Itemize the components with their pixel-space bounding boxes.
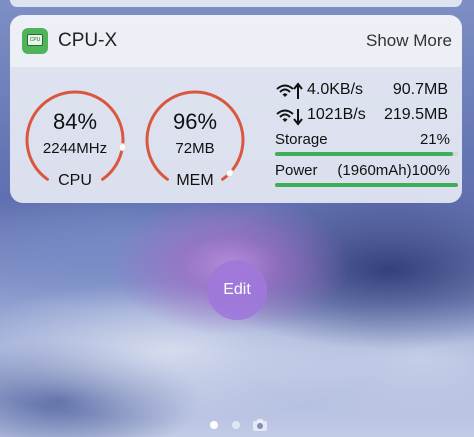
widget-header: CPU CPU-X Show More [10, 15, 462, 67]
power-label: Power [275, 162, 318, 179]
cpu-x-app-icon: CPU [22, 28, 48, 54]
widget-title: CPU-X [58, 30, 118, 51]
page-indicator[interactable] [208, 418, 268, 432]
network-upload-row: 4.0KB/s 90.7MB [275, 81, 460, 101]
power-bar-fill [275, 183, 458, 187]
upload-total: 90.7MB [392, 81, 448, 98]
cpu-gauge: 84% 2244MHz CPU [22, 87, 128, 203]
previous-widget-edge [10, 0, 462, 7]
app-icon-label: CPU [27, 34, 43, 46]
mem-percent: 96% [172, 109, 218, 134]
upload-rate: 4.0KB/s [307, 81, 364, 98]
wifi-up-icon [275, 81, 303, 106]
power-value: (1960mAh)100% [337, 162, 450, 179]
page-dot-active[interactable] [210, 421, 218, 429]
cpu-frequency: 2244MHz [42, 140, 108, 157]
cpu-label: CPU [58, 172, 92, 189]
page-dot[interactable] [232, 421, 240, 429]
edit-button[interactable]: Edit [207, 260, 267, 320]
network-download-row: 1021B/s 219.5MB [275, 106, 460, 126]
storage-label: Storage [275, 131, 328, 148]
cpu-percent: 84% [52, 109, 98, 134]
power-bar [275, 183, 458, 187]
download-rate: 1021B/s [307, 106, 366, 123]
storage-bar-fill [275, 152, 453, 156]
download-total: 219.5MB [383, 106, 448, 123]
show-more-button[interactable]: Show More [366, 31, 452, 51]
mem-gauge: 96% 72MB MEM [142, 87, 248, 203]
storage-bar [275, 152, 458, 156]
storage-value: 21% [419, 131, 450, 148]
camera-icon[interactable] [252, 418, 268, 437]
mem-amount: 72MB [175, 140, 215, 157]
mem-label: MEM [176, 172, 214, 189]
wifi-down-icon [275, 106, 303, 131]
cpu-x-widget[interactable]: CPU CPU-X Show More 84% 2244MHz CPU 96% … [10, 15, 462, 203]
